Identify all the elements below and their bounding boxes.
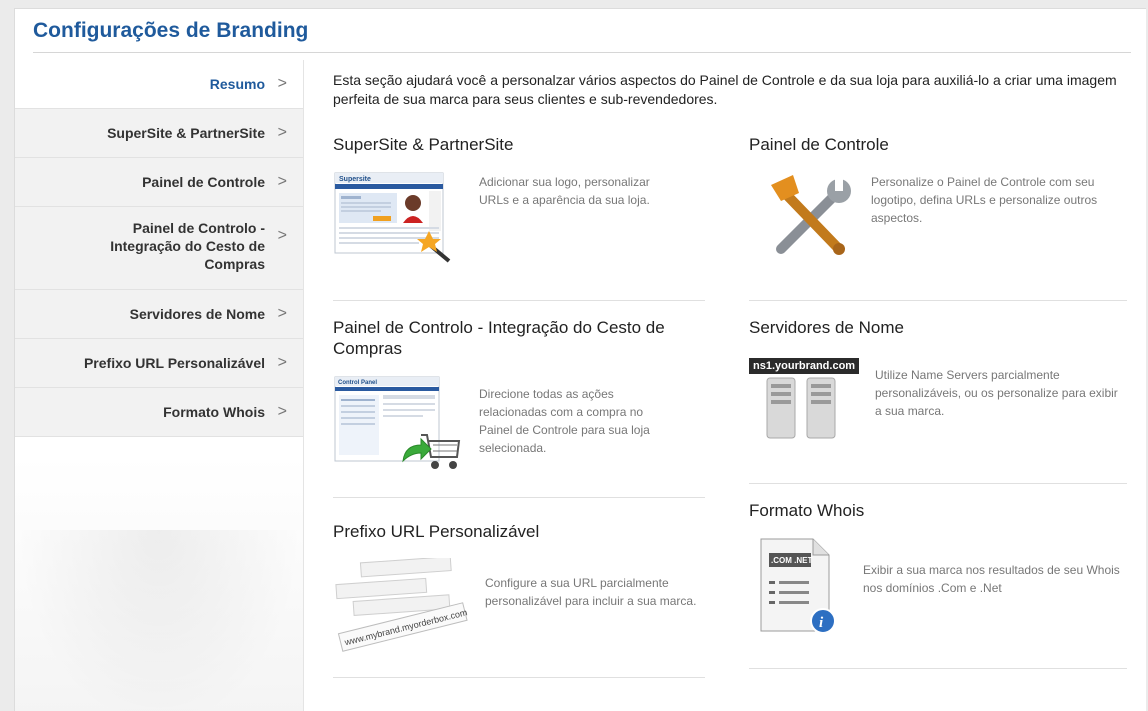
sidebar-item-nameservers[interactable]: Servidores de Nome > <box>15 290 303 339</box>
section-title[interactable]: Formato Whois <box>749 500 1121 521</box>
section-divider <box>333 300 705 301</box>
servers-icon[interactable]: ns1.yourbrand.com <box>749 356 860 444</box>
sidebar-item-url-prefix[interactable]: Prefixo URL Personalizável > <box>15 339 303 388</box>
sidebar-shadow <box>15 530 303 711</box>
shopping-cart-icon[interactable]: Control Panel <box>333 375 463 475</box>
supersite-screenshot-icon[interactable]: Supersite <box>333 171 457 265</box>
section-divider <box>749 483 1127 484</box>
section-description: Exibir a sua marca nos resultados de seu… <box>863 563 1120 595</box>
sidebar-item-whois[interactable]: Formato Whois > <box>15 388 303 437</box>
section-title[interactable]: Painel de Controle <box>749 134 1121 155</box>
chevron-right-icon: > <box>277 227 287 244</box>
section-title[interactable]: Painel de Controlo - Integração do Cesto… <box>333 317 703 359</box>
chevron-right-icon: > <box>277 403 287 420</box>
section-title[interactable]: Prefixo URL Personalizável <box>333 521 705 542</box>
section-cart-integration: Painel de Controlo - Integração do Cesto… <box>333 317 705 498</box>
section-description: Direcione todas as ações relacionadas co… <box>479 387 650 455</box>
section-title[interactable]: Servidores de Nome <box>749 317 1121 338</box>
chevron-right-icon: > <box>277 305 287 322</box>
sidebar-item-label: Formato Whois <box>163 404 265 420</box>
section-description: Utilize Name Servers parcialmente person… <box>875 368 1118 418</box>
chevron-right-icon: > <box>277 173 287 190</box>
section-title[interactable]: SuperSite & PartnerSite <box>333 134 705 155</box>
section-divider <box>749 300 1127 301</box>
sidebar-item-label: Prefixo URL Personalizável <box>83 355 265 371</box>
sidebar-nav: Resumo > SuperSite & PartnerSite > Paine… <box>15 60 304 711</box>
sidebar-item-supersite[interactable]: SuperSite & PartnerSite > <box>15 109 303 158</box>
sidebar-item-control-panel[interactable]: Painel de Controle > <box>15 158 303 207</box>
section-nameservers: Servidores de Nome ns1.yourbrand.com Uti… <box>749 317 1127 484</box>
sidebar-item-label: Painel de Controlo - Integração do Cesto… <box>110 220 265 272</box>
sidebar-item-cart-integration[interactable]: Painel de Controlo - Integração do Cesto… <box>15 207 303 290</box>
doc-label-text: .COM .NET <box>771 556 812 565</box>
section-whois: Formato Whois .COM .NET i Exibir a sua m… <box>749 500 1127 669</box>
branding-settings-panel: Configurações de Branding Resumo > Super… <box>14 8 1146 711</box>
section-url-prefix: Prefixo URL Personalizável www.mybrand.m… <box>333 521 705 678</box>
intro-text: Esta seção ajudará você a personalzar vá… <box>333 72 1117 107</box>
section-control-panel: Painel de Controle Personalize o Painel … <box>749 134 1127 301</box>
chevron-right-icon: > <box>277 354 287 371</box>
chevron-right-icon: > <box>277 75 287 92</box>
url-tags-icon[interactable]: www.mybrand.myorderbox.com <box>333 558 473 654</box>
chevron-right-icon: > <box>277 124 287 141</box>
sidebar-item-resumo[interactable]: Resumo > <box>15 60 303 109</box>
sidebar-item-label: Servidores de Nome <box>129 306 265 322</box>
sidebar-item-label: Resumo <box>209 76 265 92</box>
page-title: Configurações de Branding <box>33 19 309 42</box>
thumb-header-text: Control Panel <box>338 380 377 386</box>
section-divider <box>333 497 705 498</box>
sidebar-item-label: SuperSite & PartnerSite <box>107 125 265 141</box>
section-description: Configure a sua URL parcialmente persona… <box>485 576 697 608</box>
sidebar-item-label: Painel de Controle <box>142 174 265 190</box>
section-supersite: SuperSite & PartnerSite Supersite Adicio… <box>333 134 705 301</box>
title-divider <box>33 52 1131 53</box>
section-divider <box>333 677 705 678</box>
ns-label: ns1.yourbrand.com <box>749 358 860 374</box>
whois-document-icon[interactable]: .COM .NET i <box>755 537 845 637</box>
svg-text:Supersite: Supersite <box>339 176 371 183</box>
section-description: Personalize o Painel de Controle com seu… <box>871 175 1098 225</box>
section-description: Adicionar sua logo, personalizar URLs e … <box>479 175 650 207</box>
section-divider <box>749 668 1127 669</box>
tools-icon[interactable] <box>763 171 859 267</box>
